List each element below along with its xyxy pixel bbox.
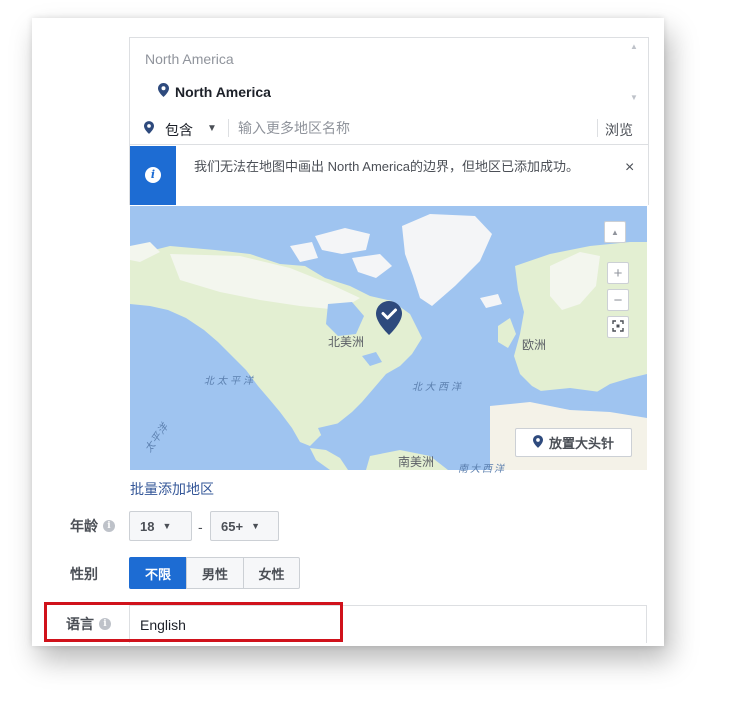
age-max-dropdown[interactable]: 65+ ▼ [210, 511, 279, 541]
language-input[interactable] [129, 605, 647, 643]
age-max-value: 65+ [221, 518, 244, 534]
caret-down-icon: ▼ [162, 521, 172, 531]
zoom-in-button[interactable]: + [607, 262, 629, 284]
location-group-header: North America [145, 51, 234, 67]
info-icon[interactable]: i [99, 618, 111, 630]
bulk-add-locations-link[interactable]: 批量添加地区 [130, 479, 214, 499]
browse-button[interactable]: 浏览 [605, 120, 633, 140]
gender-label: 性别 [70, 566, 98, 582]
close-icon[interactable]: × [625, 159, 634, 177]
age-label-row: 年龄 i [70, 516, 115, 536]
location-pin-icon [532, 434, 543, 451]
zoom-out-button[interactable]: − [607, 289, 629, 311]
age-separator: - [198, 519, 203, 535]
map-collapse-icon[interactable]: ▲ [604, 221, 626, 243]
selected-location[interactable]: North America [158, 83, 271, 100]
caret-down-icon: ▼ [251, 521, 260, 531]
map-label-south-america: 南美洲 [398, 455, 435, 469]
gender-option-male[interactable]: 男性 [186, 557, 244, 589]
divider [228, 119, 229, 137]
language-label-row: 语言 i [66, 614, 111, 634]
caret-down-icon[interactable]: ▼ [207, 123, 217, 134]
age-min-dropdown[interactable]: 18 ▼ [129, 511, 192, 541]
drop-pin-button[interactable]: 放置大头针 [515, 428, 632, 457]
info-icon: i [145, 167, 161, 183]
location-search-input[interactable] [238, 118, 578, 138]
info-icon[interactable]: i [103, 520, 115, 532]
include-dropdown-label[interactable]: 包含 [165, 120, 193, 140]
map-location-pin-icon[interactable] [376, 301, 402, 340]
selected-location-label: North America [175, 83, 271, 100]
fullscreen-icon[interactable] [607, 316, 629, 338]
age-label: 年龄 [70, 518, 98, 534]
map-label-north-atlantic: 北大西洋 [412, 382, 464, 393]
map-label-europe: 欧洲 [522, 338, 547, 352]
age-min-value: 18 [140, 518, 155, 534]
map-label-north-america: 北美洲 [328, 335, 365, 349]
include-pin-icon [144, 121, 154, 139]
map-label-south-atlantic: 南大西洋 [458, 464, 506, 475]
gender-option-female[interactable]: 女性 [243, 557, 300, 589]
map-label-north-pacific: 北太平洋 [204, 376, 256, 387]
scroll-down-arrow-icon[interactable]: ▼ [630, 93, 638, 102]
gender-option-all[interactable]: 不限 [129, 557, 187, 589]
drop-pin-label: 放置大头针 [548, 436, 614, 451]
language-label: 语言 [66, 616, 94, 632]
divider [597, 119, 598, 137]
scroll-up-arrow-icon[interactable]: ▲ [630, 42, 638, 51]
location-pin-icon [158, 83, 169, 100]
info-banner-message: 我们无法在地图中画出 North America的边界，但地区已添加成功。 [194, 159, 579, 174]
